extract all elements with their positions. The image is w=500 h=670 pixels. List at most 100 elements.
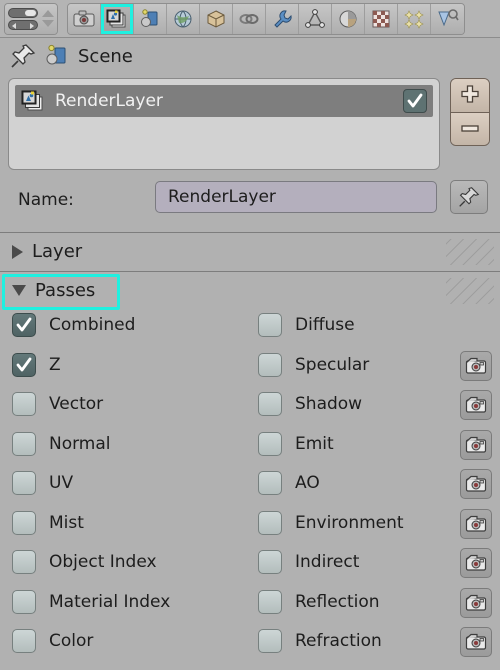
pass-label: Reflection [295, 591, 380, 612]
modifiers-tab[interactable] [266, 3, 299, 34]
pass-toggle-z[interactable]: Z [12, 352, 61, 377]
pass-toggle-color[interactable]: Color [12, 629, 93, 653]
pass-toggle-object-index[interactable]: Object Index [12, 550, 157, 574]
panel-grip-icon [446, 278, 494, 304]
pass-checkbox[interactable] [12, 629, 36, 653]
pass-checkbox[interactable] [258, 589, 282, 614]
pass-checkbox[interactable] [258, 629, 282, 653]
exclude-pass-camera-icon [465, 396, 487, 413]
exclude-pass-button[interactable] [460, 587, 492, 618]
render-layers-icon [21, 90, 43, 111]
render-layer-enable-checkbox[interactable] [403, 89, 427, 113]
physics-tab[interactable] [431, 3, 464, 34]
plus-icon [461, 85, 479, 103]
pass-checkbox[interactable] [12, 510, 36, 535]
data-tab[interactable] [299, 3, 332, 34]
pass-checkbox[interactable] [12, 471, 36, 495]
pass-checkbox[interactable] [12, 352, 36, 377]
pass-label: Normal [49, 433, 111, 454]
render-layer-name: RenderLayer [55, 91, 163, 111]
pass-checkbox[interactable] [12, 392, 36, 416]
editor-type-arrows[interactable] [42, 10, 54, 27]
chain-link-icon [239, 13, 259, 24]
pass-toggle-material-index[interactable]: Material Index [12, 589, 170, 614]
pass-checkbox[interactable] [258, 313, 282, 337]
exclude-pass-button[interactable] [460, 469, 492, 499]
pass-label: Vector [49, 394, 104, 414]
properties-header-toolbar [0, 0, 500, 38]
pass-label: Indirect [295, 552, 360, 572]
scene-icon [46, 44, 66, 65]
remove-render-layer-button[interactable] [451, 112, 489, 145]
pass-checkbox[interactable] [258, 431, 282, 456]
pass-label: Color [49, 631, 94, 651]
properties-tab-group [67, 2, 465, 35]
exclude-pass-camera-icon [465, 436, 487, 453]
panel-header-layer[interactable]: Layer [0, 232, 500, 270]
passes-row: Mist Environment [0, 507, 500, 547]
pass-toggle-combined[interactable]: Combined [12, 313, 135, 337]
pass-checkbox[interactable] [258, 550, 282, 574]
particles-tab[interactable] [398, 3, 431, 34]
pass-checkbox[interactable] [12, 313, 36, 337]
breadcrumb-scene-label[interactable]: Scene [78, 46, 133, 67]
texture-tab[interactable] [365, 3, 398, 34]
passes-row: Color Refraction [0, 625, 500, 665]
scene-icon [141, 8, 158, 27]
exclude-pass-button[interactable] [460, 429, 492, 460]
name-input[interactable]: RenderLayer [155, 181, 437, 213]
pin-icon[interactable] [10, 43, 36, 69]
list-item[interactable]: RenderLayer [15, 85, 433, 117]
check-icon [16, 357, 32, 371]
pass-toggle-indirect[interactable]: Indirect [258, 550, 359, 574]
pass-checkbox[interactable] [258, 352, 282, 377]
pass-toggle-environment[interactable]: Environment [258, 510, 404, 535]
pass-toggle-shadow[interactable]: Shadow [258, 392, 362, 416]
editor-type-selector[interactable] [5, 3, 57, 34]
exclude-pass-button[interactable] [460, 548, 492, 578]
passes-row: Normal Emit [0, 428, 500, 468]
pass-label: Shadow [295, 394, 363, 414]
render-layer-list: RenderLayer [8, 78, 440, 170]
pass-checkbox[interactable] [12, 431, 36, 456]
pass-toggle-mist[interactable]: Mist [12, 510, 84, 535]
pass-checkbox[interactable] [12, 550, 36, 574]
passes-row: Material Index Reflection [0, 586, 500, 626]
constraints-tab[interactable] [233, 3, 266, 34]
pass-toggle-diffuse[interactable]: Diffuse [258, 313, 355, 337]
pass-toggle-ao[interactable]: AO [258, 471, 320, 495]
scene-tab[interactable] [134, 3, 167, 34]
pass-toggle-vector[interactable]: Vector [12, 392, 103, 416]
passes-row: UV AO [0, 467, 500, 507]
breadcrumb: Scene [0, 38, 500, 74]
panel-header-passes[interactable]: Passes [0, 271, 500, 309]
exclude-pass-button[interactable] [460, 350, 492, 381]
pass-checkbox[interactable] [258, 392, 282, 416]
editor-type-pill [8, 7, 38, 18]
pass-checkbox[interactable] [258, 471, 282, 495]
pass-checkbox[interactable] [258, 510, 282, 535]
pass-toggle-normal[interactable]: Normal [12, 431, 111, 456]
material-tab[interactable] [332, 3, 365, 34]
passes-row: Z Specular [0, 349, 500, 389]
pass-toggle-emit[interactable]: Emit [258, 431, 334, 456]
pass-toggle-uv[interactable]: UV [12, 471, 73, 495]
exclude-pass-button[interactable] [460, 390, 492, 420]
add-render-layer-button[interactable] [451, 79, 489, 113]
editor-type-selector-group [4, 2, 58, 35]
render-layers-tab[interactable] [101, 3, 134, 34]
exclude-pass-button[interactable] [460, 508, 492, 539]
object-tab[interactable] [200, 3, 233, 34]
pin-name-button[interactable] [450, 180, 488, 214]
exclude-pass-button[interactable] [460, 627, 492, 657]
physics-icon [437, 8, 459, 26]
pass-checkbox[interactable] [12, 589, 36, 614]
pass-toggle-specular[interactable]: Specular [258, 352, 369, 377]
pass-toggle-refraction[interactable]: Refraction [258, 629, 382, 653]
world-tab[interactable] [167, 3, 200, 34]
render-tab[interactable] [68, 3, 101, 34]
particles-icon [404, 9, 424, 29]
pass-label: Object Index [49, 552, 157, 572]
pass-toggle-reflection[interactable]: Reflection [258, 589, 380, 614]
material-sphere-icon [339, 10, 357, 27]
